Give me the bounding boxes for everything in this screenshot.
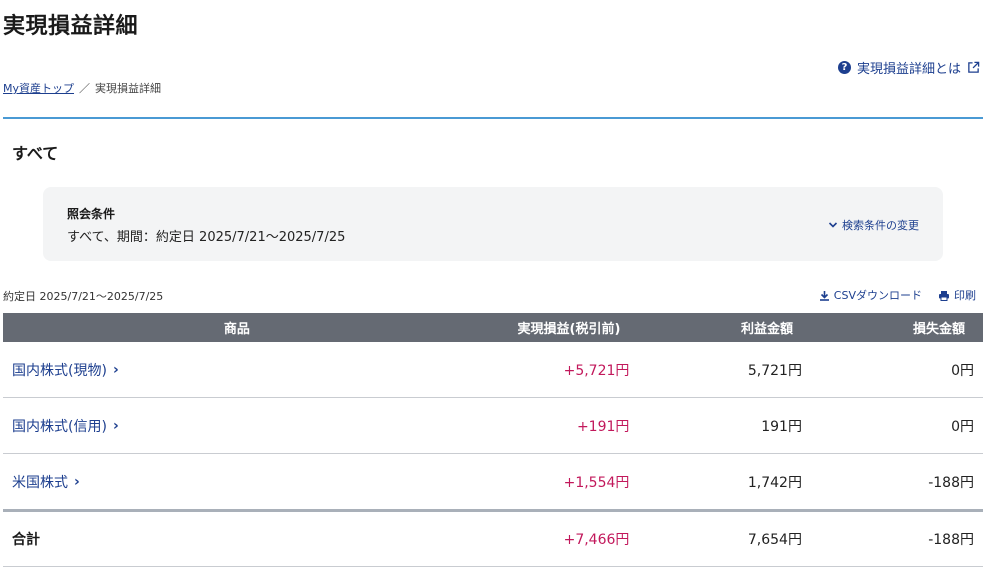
conditions-label: 照会条件 — [67, 207, 116, 221]
loss-cell: -188円 — [810, 453, 983, 511]
change-conditions-button[interactable]: 検索条件の変更 — [828, 217, 919, 233]
product-name: 国内株式(信用) — [12, 418, 107, 435]
realized-cell: +1,554円 — [470, 453, 639, 511]
chevron-right-icon: › — [112, 417, 119, 434]
column-header-product: 商品 — [3, 313, 471, 342]
column-header-realized: 実現損益(税引前) — [470, 313, 639, 342]
table-total-row: 合計 +7,466円 7,654円 -188円 — [3, 509, 983, 567]
toolbar: CSVダウンロード 印刷 — [819, 287, 976, 303]
column-header-profit: 利益金額 — [638, 313, 811, 342]
total-label-cell: 合計 — [3, 509, 471, 567]
page-title: 実現損益詳細 — [3, 14, 139, 39]
realized-pl-table: 商品 実現損益(税引前) 利益金額 損失金額 国内株式(現物) › +5,721… — [3, 313, 983, 567]
table-row: 国内株式(信用) › +191円 191円 0円 — [3, 397, 983, 454]
product-link-domestic-margin[interactable]: 国内株式(信用) › — [12, 416, 119, 436]
change-conditions-label: 検索条件の変更 — [842, 219, 919, 232]
table-row: 国内株式(現物) › +5,721円 5,721円 0円 — [3, 342, 983, 398]
product-cell: 国内株式(信用) › — [3, 397, 471, 454]
section-divider — [3, 117, 983, 119]
profit-cell: 5,721円 — [638, 342, 811, 398]
help-link[interactable]: ? 実現損益詳細とは — [837, 58, 980, 77]
section-title: すべて — [12, 144, 59, 163]
product-name: 国内株式(現物) — [12, 362, 107, 379]
product-link-us-stocks[interactable]: 米国株式 › — [12, 472, 80, 492]
product-link-domestic-cash[interactable]: 国内株式(現物) › — [12, 360, 119, 380]
help-link-label: 実現損益詳細とは — [856, 62, 961, 77]
chevron-down-icon — [828, 220, 838, 230]
product-cell: 米国株式 › — [3, 453, 471, 511]
table-header-row: 商品 実現損益(税引前) 利益金額 損失金額 — [3, 313, 983, 342]
loss-cell: 0円 — [810, 342, 983, 398]
download-icon — [819, 290, 830, 301]
profit-cell: 1,742円 — [638, 453, 811, 511]
breadcrumb: My資産トップ ／ 実現損益詳細 — [3, 80, 161, 96]
table-row: 米国株式 › +1,554円 1,742円 -188円 — [3, 453, 983, 511]
csv-download-label: CSVダウンロード — [833, 289, 922, 302]
print-button[interactable]: 印刷 — [938, 287, 976, 303]
loss-cell: 0円 — [810, 397, 983, 454]
conditions-value: すべて、期間：約定日 2025/7/21〜2025/7/25 — [67, 230, 346, 245]
total-label: 合計 — [12, 532, 40, 548]
product-name: 米国株式 — [12, 474, 68, 491]
csv-download-button[interactable]: CSVダウンロード — [819, 287, 922, 303]
print-label: 印刷 — [954, 289, 976, 302]
total-loss-cell: -188円 — [810, 509, 983, 567]
realized-cell: +5,721円 — [470, 342, 639, 398]
period-text: 約定日 2025/7/21〜2025/7/25 — [3, 290, 164, 303]
question-circle-icon: ? — [837, 61, 851, 74]
breadcrumb-separator: ／ — [79, 82, 91, 95]
chevron-right-icon: › — [74, 473, 80, 490]
column-header-loss: 損失金額 — [810, 313, 983, 342]
total-realized-cell: +7,466円 — [470, 509, 639, 567]
search-conditions-panel: 照会条件 すべて、期間：約定日 2025/7/21〜2025/7/25 検索条件… — [43, 187, 943, 261]
chevron-right-icon: › — [112, 361, 119, 378]
product-cell: 国内株式(現物) › — [3, 342, 471, 398]
realized-cell: +191円 — [470, 397, 639, 454]
external-link-icon — [967, 61, 980, 74]
profit-cell: 191円 — [638, 397, 811, 454]
breadcrumb-home-link[interactable]: My資産トップ — [3, 80, 74, 96]
total-profit-cell: 7,654円 — [638, 509, 811, 567]
printer-icon — [938, 290, 950, 301]
breadcrumb-current: 実現損益詳細 — [95, 82, 162, 95]
